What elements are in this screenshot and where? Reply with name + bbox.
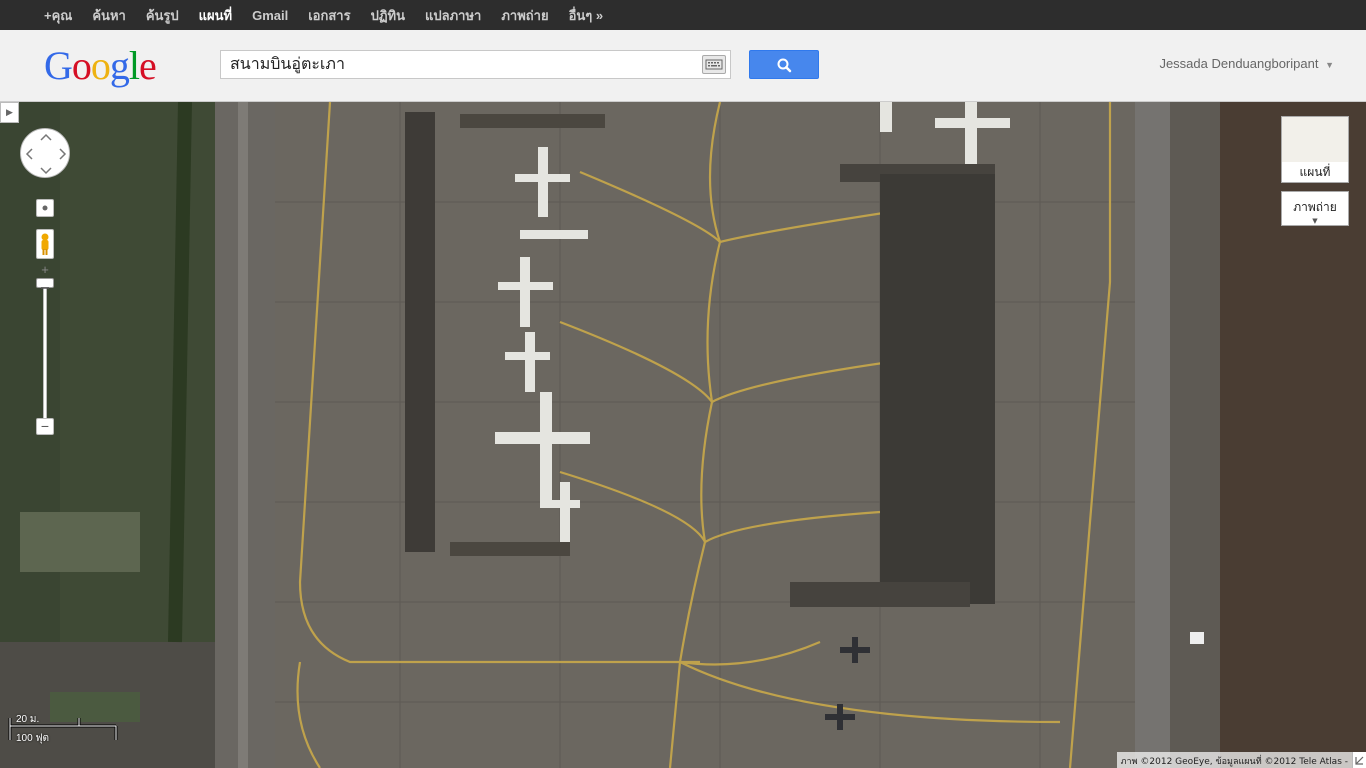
user-name-label: Jessada Denduangboripant bbox=[1159, 56, 1319, 71]
header: Google Jessada Denduangboripant ▼ bbox=[0, 30, 1366, 102]
map-type-satellite-label: ภาพถ่าย bbox=[1293, 200, 1337, 214]
nav-item[interactable]: อื่นๆ » bbox=[559, 5, 614, 26]
dot-icon bbox=[42, 205, 48, 211]
zoom-center-button[interactable] bbox=[36, 199, 54, 217]
nav-item[interactable]: +คุณ bbox=[34, 5, 82, 26]
nav-item[interactable]: ค้นรูป bbox=[136, 5, 189, 26]
street-view-pegman[interactable] bbox=[36, 229, 54, 259]
search-icon bbox=[777, 58, 792, 73]
google-logo[interactable]: Google bbox=[44, 42, 157, 89]
search-box bbox=[220, 50, 731, 79]
nav-item[interactable]: ปฏิทิน bbox=[361, 5, 415, 26]
map-type-map-button[interactable]: แผนที่ bbox=[1281, 116, 1349, 183]
scale-imperial-label: 100 ฟุต bbox=[16, 733, 50, 744]
nav-item[interactable]: แผนที่ bbox=[189, 5, 242, 26]
map-type-map-label: แผนที่ bbox=[1282, 162, 1348, 182]
map-type-satellite-button[interactable]: ภาพถ่าย ▼ bbox=[1281, 191, 1349, 226]
minus-icon bbox=[41, 287, 49, 289]
user-account[interactable]: Jessada Denduangboripant ▼ bbox=[1159, 56, 1334, 71]
satellite-imagery bbox=[0, 102, 1366, 768]
satellite-map[interactable]: ▶ + − แผนที่ ภาพถ่าย ▼ 20 ม. 100 ฟุต ภาพ… bbox=[0, 102, 1366, 768]
zoom-in-button[interactable]: + bbox=[38, 263, 52, 277]
map-scale: 20 ม. 100 ฟุต bbox=[8, 712, 118, 744]
search-button[interactable] bbox=[749, 50, 819, 79]
search-input[interactable] bbox=[221, 51, 701, 78]
zoom-slider-track[interactable] bbox=[43, 287, 47, 419]
top-navigation-bar: +คุณ ค้นหา ค้นรูป แผนที่ Gmail เอกสาร ปฏิทิน แป… bbox=[0, 0, 1366, 30]
nav-item[interactable]: แปลภาษา bbox=[415, 5, 491, 26]
side-panel-toggle[interactable]: ▶ bbox=[0, 102, 19, 123]
scale-metric-label: 20 ม. bbox=[16, 714, 40, 725]
pan-arrows-icon bbox=[25, 133, 67, 175]
minus-icon: − bbox=[40, 418, 50, 434]
keyboard-icon[interactable] bbox=[702, 55, 726, 74]
zoom-slider-handle[interactable] bbox=[36, 278, 54, 289]
nav-item[interactable]: เอกสาร bbox=[298, 5, 360, 26]
nav-item[interactable]: Gmail bbox=[242, 8, 298, 23]
chevron-right-icon: ▶ bbox=[6, 107, 13, 117]
nav-item[interactable]: ภาพถ่าย bbox=[491, 5, 558, 26]
zoom-out-button[interactable]: − bbox=[36, 418, 54, 435]
chevron-down-icon: ▼ bbox=[1325, 60, 1334, 70]
pan-control[interactable] bbox=[20, 128, 70, 178]
expand-corner-icon[interactable] bbox=[1352, 752, 1366, 768]
pegman-icon bbox=[41, 233, 49, 255]
chevron-down-icon: ▼ bbox=[1312, 217, 1318, 225]
nav-item[interactable]: ค้นหา bbox=[82, 5, 135, 26]
map-attribution: ภาพ ©2012 GeoEye, ข้อมูลแผนที่ ©2012 Tel… bbox=[1116, 752, 1352, 768]
